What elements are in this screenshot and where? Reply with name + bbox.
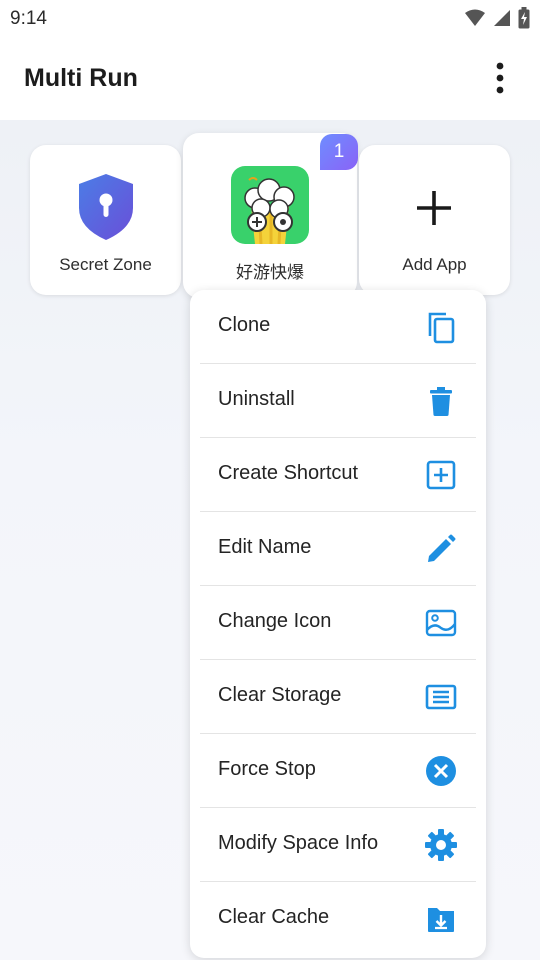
app-label: Add App: [402, 255, 467, 274]
menu-item-clone[interactable]: Clone: [200, 290, 476, 364]
more-vert-icon[interactable]: [482, 58, 518, 98]
menu-item-label: Clear Storage: [218, 684, 342, 706]
menu-item-label: Clear Cache: [218, 906, 330, 928]
menu-item-label: Edit Name: [218, 536, 312, 558]
menu-item-edit-name[interactable]: Edit Name: [200, 512, 476, 586]
app-card-secret-zone[interactable]: Secret Zone: [30, 145, 181, 295]
menu-item-label: Clone: [218, 314, 271, 336]
cellular-signal-icon: [492, 8, 512, 33]
folder-download-icon: [424, 902, 458, 936]
app-bar: Multi Run: [0, 38, 540, 120]
status-time: 9:14: [10, 8, 47, 29]
wifi-icon: [464, 8, 486, 33]
menu-item-label: Force Stop: [218, 758, 316, 780]
battery-charging-icon: [518, 7, 530, 34]
status-bar: 9:14: [0, 0, 540, 38]
status-icons: [464, 7, 530, 34]
app-label: Secret Zone: [59, 255, 152, 274]
trash-icon: [424, 384, 458, 418]
menu-item-uninstall[interactable]: Uninstall: [200, 364, 476, 438]
menu-item-force-stop[interactable]: Force Stop: [200, 734, 476, 808]
image-icon: [424, 606, 458, 640]
menu-item-label: Create Shortcut: [218, 462, 359, 484]
app-label: 好游快爆: [236, 263, 304, 283]
app-title: Multi Run: [24, 64, 138, 92]
storage-list-icon: [424, 680, 458, 714]
shield-keyhole-icon: [76, 172, 136, 242]
pencil-icon: [424, 532, 458, 566]
add-box-icon: [424, 458, 458, 492]
menu-item-modify-space-info[interactable]: Modify Space Info: [200, 808, 476, 882]
menu-item-label: Change Icon: [218, 610, 332, 632]
add-app-card[interactable]: Add App: [359, 145, 510, 295]
menu-item-create-shortcut[interactable]: Create Shortcut: [200, 438, 476, 512]
menu-item-clear-storage[interactable]: Clear Storage: [200, 660, 476, 734]
popcorn-app-icon: [231, 166, 309, 245]
copy-icon: [424, 310, 458, 344]
plus-icon: [415, 189, 453, 227]
menu-item-change-icon[interactable]: Change Icon: [200, 586, 476, 660]
menu-item-label: Uninstall: [218, 388, 295, 410]
clone-count-badge: 1: [320, 134, 358, 170]
app-context-menu: Clone Uninstall Create Shortcut Edit Nam…: [190, 290, 486, 958]
menu-item-clear-cache[interactable]: Clear Cache: [200, 882, 476, 955]
close-circle-icon: [424, 754, 458, 788]
menu-item-label: Modify Space Info: [218, 832, 379, 854]
gear-icon: [424, 828, 458, 862]
